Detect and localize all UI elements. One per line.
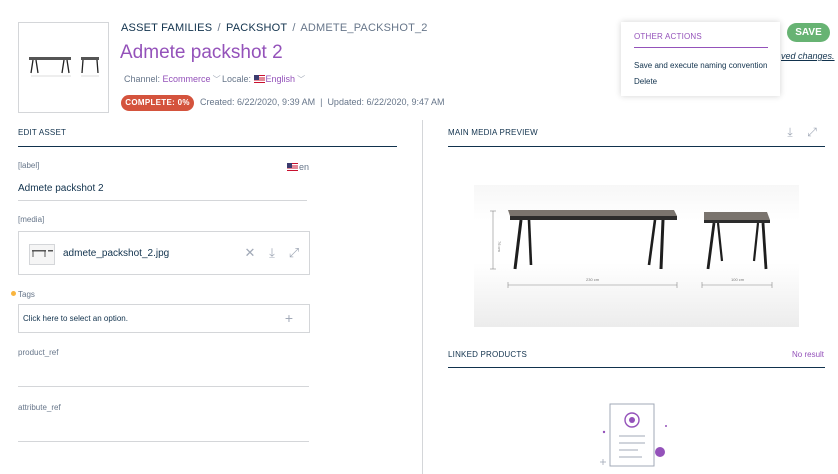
tags-field-label: Tags — [18, 290, 35, 299]
flag-us-icon — [287, 163, 298, 171]
menu-item-save-naming-convention[interactable]: Save and execute naming convention — [634, 61, 767, 70]
breadcrumb-separator: / — [292, 22, 296, 34]
dimension-width-long: 230 cm — [586, 277, 600, 282]
label-input[interactable]: Admete packshot 2 — [18, 183, 104, 194]
main-media-preview-title: MAIN MEDIA PREVIEW — [448, 128, 538, 137]
dimension-width-short: 100 cm — [731, 277, 745, 282]
page-title: Admete packshot 2 — [120, 42, 283, 63]
linked-products-status: No result — [792, 350, 825, 359]
updated-date: Updated: 6/22/2020, 9:47 AM — [327, 97, 445, 107]
input-underline — [18, 200, 307, 201]
tags-select[interactable]: Click here to select an option. + — [18, 304, 310, 333]
media-field[interactable]: admete_packshot_2.jpg ✕ ⤓ ⤢ — [18, 231, 310, 275]
asset-dates: Created: 6/22/2020, 9:39 AM | Updated: 6/2… — [200, 97, 445, 107]
breadcrumb-separator: / — [217, 22, 221, 34]
chevron-down-icon: ﹀ — [212, 75, 221, 84]
edit-asset-title: EDIT ASSET — [18, 128, 67, 137]
chevron-down-icon: ﹀ — [297, 75, 306, 84]
locale-value: English — [265, 74, 296, 84]
empty-state-illustration — [600, 403, 667, 467]
table-thumbnail-image — [29, 57, 99, 77]
breadcrumb-packshot[interactable]: PACKSHOT — [226, 22, 287, 34]
menu-item-delete[interactable]: Delete — [634, 77, 657, 86]
locale-switcher[interactable]: Locale: English ﹀ — [222, 74, 305, 85]
meta-separator: | — [320, 97, 323, 107]
breadcrumb-asset-families[interactable]: ASSET FAMILIES — [121, 22, 212, 34]
fullscreen-icon[interactable]: ⤢ — [805, 125, 819, 140]
main-media-preview-image: 76 cm 230 cm 100 cm — [474, 185, 799, 327]
download-icon[interactable]: ⤓ — [783, 125, 797, 140]
media-filename: admete_packshot_2.jpg — [63, 248, 170, 259]
save-button[interactable]: SAVE — [787, 23, 830, 42]
label-locale-code: en — [299, 162, 310, 172]
plus-icon[interactable]: + — [285, 310, 293, 326]
breadcrumb: ASSET FAMILIES / PACKSHOT / ADMETE_PACKS… — [121, 22, 428, 34]
media-thumbnail — [29, 244, 55, 265]
section-divider — [18, 146, 397, 147]
attribute-ref-label: attribute_ref — [18, 403, 61, 412]
created-date: Created: 6/22/2020, 9:39 AM — [200, 97, 316, 107]
tags-placeholder: Click here to select an option. — [23, 314, 128, 323]
product-ref-label: product_ref — [18, 348, 59, 357]
unsaved-changes-notice: ved changes. — [781, 51, 835, 61]
linked-products-title: LINKED PRODUCTS — [448, 350, 528, 359]
dimension-height: 76 cm — [497, 241, 502, 253]
required-indicator — [11, 291, 16, 296]
label-field-label: [label] — [18, 161, 40, 170]
breadcrumb-current: ADMETE_PACKSHOT_2 — [300, 22, 428, 34]
channel-value: Ecommerce — [162, 74, 211, 84]
media-field-label: [media] — [18, 215, 45, 224]
asset-thumbnail[interactable] — [18, 22, 109, 113]
media-thumbnail-image — [32, 250, 53, 257]
download-icon[interactable]: ⤓ — [265, 246, 279, 260]
fullscreen-icon[interactable]: ⤢ — [287, 246, 301, 260]
locale-label: Locale: — [222, 74, 252, 84]
other-actions-menu: OTHER ACTIONS Save and execute naming co… — [621, 22, 780, 96]
attribute-ref-input[interactable] — [18, 441, 309, 442]
column-divider — [422, 120, 423, 474]
close-icon[interactable]: ✕ — [243, 246, 257, 260]
section-divider — [448, 146, 825, 147]
completeness-badge: COMPLETE: 0% — [121, 95, 194, 111]
channel-switcher[interactable]: Channel: Ecommerce ﹀ — [124, 74, 221, 85]
section-divider — [448, 367, 825, 368]
other-actions-title: OTHER ACTIONS — [634, 32, 768, 48]
label-locale: en — [287, 162, 309, 172]
channel-label: Channel: — [124, 74, 161, 84]
flag-us-icon — [253, 75, 265, 83]
product-ref-input[interactable] — [18, 386, 309, 387]
packshot-image: 76 cm 230 cm 100 cm — [490, 210, 773, 288]
